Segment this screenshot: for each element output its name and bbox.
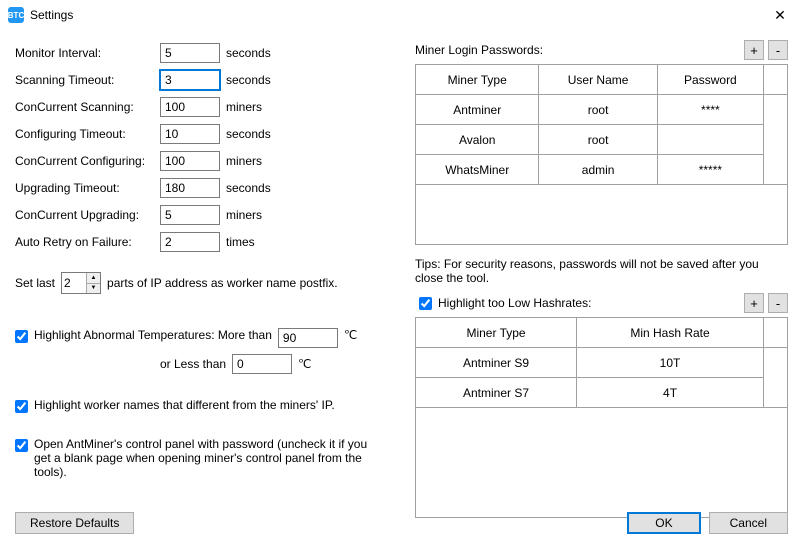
passwords-table[interactable]: Miner Type User Name Password Antminer r… bbox=[415, 64, 788, 185]
table-row[interactable]: Antminer S9 10T bbox=[416, 348, 788, 378]
ok-button[interactable]: OK bbox=[627, 512, 700, 534]
hashrates-add-button[interactable]: + bbox=[744, 293, 764, 313]
setlast-spinner[interactable]: ▲ ▼ bbox=[61, 272, 101, 294]
highlight-temp-less-unit: ℃ bbox=[298, 357, 311, 371]
hashrates-table-empty bbox=[415, 408, 788, 518]
app-icon: BTC bbox=[8, 7, 24, 23]
highlight-temp-label: Highlight Abnormal Temperatures: More th… bbox=[34, 328, 272, 342]
hashrates-remove-button[interactable]: - bbox=[768, 293, 788, 313]
table-row[interactable]: Antminer root **** bbox=[416, 95, 788, 125]
scanning-timeout-label: Scanning Timeout: bbox=[15, 73, 160, 87]
concurrent-scanning-label: ConCurrent Scanning: bbox=[15, 100, 160, 114]
concurrent-upgrading-input[interactable] bbox=[160, 205, 220, 225]
auto-retry-unit: times bbox=[226, 235, 255, 249]
passwords-header-pass: Password bbox=[657, 65, 763, 95]
cancel-button[interactable]: Cancel bbox=[709, 512, 788, 534]
configuring-timeout-label: Configuring Timeout: bbox=[15, 127, 160, 141]
upgrading-timeout-unit: seconds bbox=[226, 181, 271, 195]
highlight-worker-checkbox[interactable] bbox=[15, 400, 28, 413]
open-control-checkbox[interactable] bbox=[15, 439, 28, 452]
table-row[interactable]: Avalon root bbox=[416, 125, 788, 155]
hashrates-header-type: Miner Type bbox=[416, 318, 577, 348]
open-control-label: Open AntMiner's control panel with passw… bbox=[34, 437, 374, 479]
hashrates-table[interactable]: Miner Type Min Hash Rate Antminer S9 10T… bbox=[415, 317, 788, 408]
concurrent-configuring-input[interactable] bbox=[160, 151, 220, 171]
passwords-remove-button[interactable]: - bbox=[768, 40, 788, 60]
highlight-worker-label: Highlight worker names that different fr… bbox=[34, 398, 335, 412]
passwords-header-user: User Name bbox=[539, 65, 657, 95]
setlast-input[interactable] bbox=[62, 273, 86, 293]
hashrates-checkbox[interactable] bbox=[419, 297, 432, 310]
configuring-timeout-unit: seconds bbox=[226, 127, 271, 141]
setlast-prefix: Set last bbox=[15, 276, 55, 290]
spinner-down-icon[interactable]: ▼ bbox=[87, 284, 100, 294]
setlast-suffix: parts of IP address as worker name postf… bbox=[107, 276, 338, 290]
table-row[interactable]: Antminer S7 4T bbox=[416, 378, 788, 408]
restore-defaults-button[interactable]: Restore Defaults bbox=[15, 512, 134, 534]
hashrates-title: Highlight too Low Hashrates: bbox=[438, 296, 740, 310]
scanning-timeout-input[interactable] bbox=[160, 70, 220, 90]
hashrates-header-rate: Min Hash Rate bbox=[577, 318, 764, 348]
concurrent-configuring-label: ConCurrent Configuring: bbox=[15, 154, 160, 168]
window-title: Settings bbox=[30, 8, 765, 22]
monitor-interval-label: Monitor Interval: bbox=[15, 46, 160, 60]
upgrading-timeout-input[interactable] bbox=[160, 178, 220, 198]
spinner-up-icon[interactable]: ▲ bbox=[87, 273, 100, 284]
table-row[interactable]: WhatsMiner admin ***** bbox=[416, 155, 788, 185]
scanning-timeout-unit: seconds bbox=[226, 73, 271, 87]
passwords-add-button[interactable]: + bbox=[744, 40, 764, 60]
upgrading-timeout-label: Upgrading Timeout: bbox=[15, 181, 160, 195]
concurrent-upgrading-label: ConCurrent Upgrading: bbox=[15, 208, 160, 222]
monitor-interval-unit: seconds bbox=[226, 46, 271, 60]
highlight-temp-checkbox[interactable] bbox=[15, 330, 28, 343]
concurrent-configuring-unit: miners bbox=[226, 154, 262, 168]
concurrent-scanning-unit: miners bbox=[226, 100, 262, 114]
passwords-table-empty bbox=[415, 185, 788, 245]
concurrent-scanning-input[interactable] bbox=[160, 97, 220, 117]
hashrates-header-pad bbox=[764, 318, 788, 348]
auto-retry-input[interactable] bbox=[160, 232, 220, 252]
configuring-timeout-input[interactable] bbox=[160, 124, 220, 144]
highlight-temp-more-unit: ℃ bbox=[344, 328, 357, 342]
close-icon[interactable]: ✕ bbox=[765, 7, 795, 24]
passwords-header-pad bbox=[764, 65, 788, 95]
concurrent-upgrading-unit: miners bbox=[226, 208, 262, 222]
passwords-header-type: Miner Type bbox=[416, 65, 539, 95]
passwords-title: Miner Login Passwords: bbox=[415, 43, 740, 57]
auto-retry-label: Auto Retry on Failure: bbox=[15, 235, 160, 249]
highlight-temp-less-label: or Less than bbox=[160, 357, 226, 371]
highlight-temp-more-input[interactable] bbox=[278, 328, 338, 348]
highlight-temp-less-input[interactable] bbox=[232, 354, 292, 374]
tips-text: Tips: For security reasons, passwords wi… bbox=[415, 257, 788, 285]
monitor-interval-input[interactable] bbox=[160, 43, 220, 63]
